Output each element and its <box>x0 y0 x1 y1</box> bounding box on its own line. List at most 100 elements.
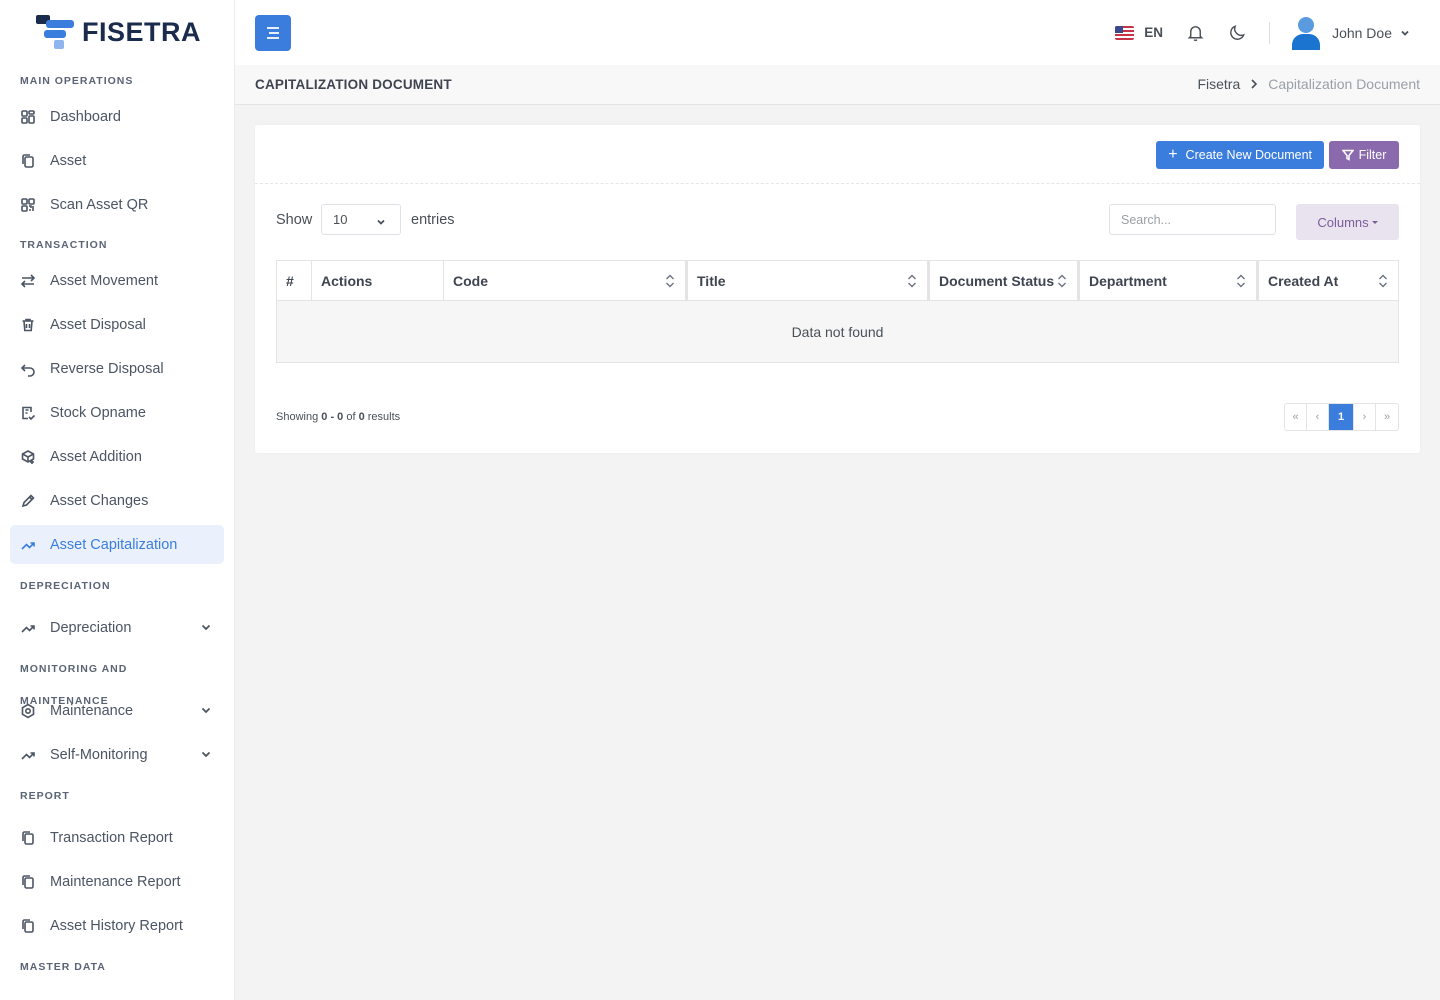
column-header-title[interactable]: Title <box>685 260 929 301</box>
menu-section-title: REPORT <box>20 790 70 802</box>
menu-section-title: DEPRECIATION <box>20 580 111 592</box>
column-header-code[interactable]: Code <box>443 260 687 301</box>
sidebar-item-label: Reverse Disposal <box>50 360 164 377</box>
column-header-label: Department <box>1089 272 1167 289</box>
documents-card: + Create New Document Filter Show 10 ent… <box>255 125 1420 453</box>
arrows-icon <box>20 273 36 289</box>
sidebar-item-label: Asset Capitalization <box>50 536 178 553</box>
caret-down-icon <box>1371 220 1378 224</box>
search-input[interactable] <box>1109 204 1276 235</box>
moon-icon <box>1229 25 1245 40</box>
menu-section-title: MONITORING AND MAINTENANCE <box>20 663 128 707</box>
sidebar-item-asset-capitalization[interactable]: Asset Capitalization <box>10 525 224 564</box>
chevron-down-icon[interactable] <box>200 704 212 720</box>
sidebar: FISETRA MAIN OPERATIONS Dashboard Asset … <box>0 0 235 1000</box>
sidebar-item-reverse-disposal[interactable]: Reverse Disposal <box>10 349 224 388</box>
chevron-down-icon <box>1400 25 1410 41</box>
sidebar-item-asset-changes[interactable]: Asset Changes <box>10 481 224 520</box>
page-size-select[interactable]: 10 <box>321 204 401 235</box>
column-header-actions: Actions <box>311 260 444 301</box>
sidebar-item-asset-disposal[interactable]: Asset Disposal <box>10 305 224 344</box>
show-label: Show <box>276 212 313 228</box>
sidebar-item-label: Depreciation <box>50 619 132 636</box>
columns-button[interactable]: Columns <box>1296 204 1399 240</box>
results-of: of <box>343 411 359 423</box>
column-header-label: Actions <box>321 272 373 289</box>
column-header-label: Created At <box>1268 272 1339 289</box>
menu-toggle-button[interactable] <box>255 15 291 51</box>
next-page-button[interactable]: › <box>1354 404 1376 430</box>
sidebar-item-scan-asset-qr[interactable]: Scan Asset QR <box>10 185 224 224</box>
create-document-button[interactable]: + Create New Document <box>1156 141 1324 169</box>
sidebar-item-dashboard[interactable]: Dashboard <box>10 97 224 136</box>
sidebar-item-label: Dashboard <box>50 108 121 125</box>
breadcrumb-home-link[interactable]: Fisetra <box>1197 76 1240 92</box>
column-header-created-at[interactable]: Created At <box>1256 260 1399 301</box>
filter-button[interactable]: Filter <box>1329 141 1399 169</box>
brand-name: FISETRA <box>82 17 202 47</box>
sidebar-item-transaction-report[interactable]: Transaction Report <box>10 818 224 857</box>
box-plus-icon <box>20 449 36 465</box>
language-selector[interactable]: EN <box>1115 25 1163 40</box>
sidebar-item-asset-movement[interactable]: Asset Movement <box>10 261 224 300</box>
results-suffix: results <box>364 411 401 423</box>
column-header-document-status[interactable]: Document Status <box>927 260 1079 301</box>
prev-page-button[interactable]: ‹ <box>1307 404 1329 430</box>
chevron-right-icon <box>1250 79 1258 89</box>
create-document-label: Create New Document <box>1185 148 1312 162</box>
copy-icon <box>20 918 36 934</box>
bell-icon <box>1187 26 1203 42</box>
undo-icon <box>20 361 36 377</box>
trending-up-icon <box>20 620 36 636</box>
copy-icon <box>20 830 36 846</box>
page-button-current[interactable]: 1 <box>1329 404 1354 430</box>
chevron-down-icon <box>376 215 386 230</box>
empty-state-message: Data not found <box>276 300 1399 363</box>
entries-label: entries <box>411 212 455 228</box>
column-header-number: # <box>276 260 312 301</box>
menu-section-title: TRANSACTION <box>20 239 108 251</box>
breadcrumb: Fisetra Capitalization Document <box>1197 76 1420 92</box>
sidebar-item-maintenance[interactable]: Maintenance <box>10 691 224 730</box>
documents-table: # Actions Code Title Document Status Dep… <box>276 260 1399 363</box>
sidebar-item-maintenance-report[interactable]: Maintenance Report <box>10 862 224 901</box>
page-size-value: 10 <box>333 212 348 227</box>
sidebar-item-depreciation[interactable]: Depreciation <box>10 608 224 647</box>
topbar-actions: EN John Doe <box>1115 0 1410 65</box>
dashboard-icon <box>20 109 36 125</box>
columns-label: Columns <box>1317 214 1369 230</box>
sidebar-item-asset-history-report[interactable]: Asset History Report <box>10 906 224 945</box>
menu-section-title: MAIN OPERATIONS <box>20 75 134 87</box>
column-header-label: Title <box>697 272 726 289</box>
sidebar-item-asset[interactable]: Asset <box>10 141 224 180</box>
notification-button[interactable] <box>1185 23 1205 43</box>
column-header-department[interactable]: Department <box>1077 260 1258 301</box>
trending-up-icon <box>20 537 36 553</box>
results-prefix: Showing <box>276 411 322 423</box>
theme-toggle-button[interactable] <box>1227 23 1247 43</box>
sidebar-item-label: Asset Movement <box>50 272 158 289</box>
gear-icon <box>20 703 36 719</box>
user-menu[interactable]: John Doe <box>1292 16 1410 50</box>
chevron-down-icon[interactable] <box>200 748 212 764</box>
table-header-row: # Actions Code Title Document Status Dep… <box>276 260 1399 301</box>
page-header: CAPITALIZATION DOCUMENT Fisetra Capitali… <box>235 65 1440 105</box>
first-page-button[interactable]: « <box>1285 404 1307 430</box>
sidebar-item-label: Asset Addition <box>50 448 142 465</box>
last-page-button[interactable]: » <box>1376 404 1398 430</box>
sidebar-item-label: Maintenance Report <box>50 873 181 890</box>
sidebar-item-label: Scan Asset QR <box>50 196 149 213</box>
sidebar-item-asset-addition[interactable]: Asset Addition <box>10 437 224 476</box>
brand-logo[interactable]: FISETRA <box>0 0 234 65</box>
sidebar-item-stock-opname[interactable]: Stock Opname <box>10 393 224 432</box>
sort-icon <box>1236 273 1246 292</box>
sort-icon <box>1378 273 1388 292</box>
sidebar-item-label: Maintenance <box>50 702 134 719</box>
chevron-down-icon[interactable] <box>200 621 212 637</box>
pencil-icon <box>20 493 36 509</box>
sidebar-item-label: Asset History Report <box>50 917 183 934</box>
results-summary: Showing 0 - 0 of 0 results <box>276 411 400 423</box>
sidebar-item-self-monitoring[interactable]: Self-Monitoring <box>10 735 224 774</box>
page-title: CAPITALIZATION DOCUMENT <box>255 77 452 92</box>
avatar <box>1292 16 1321 50</box>
